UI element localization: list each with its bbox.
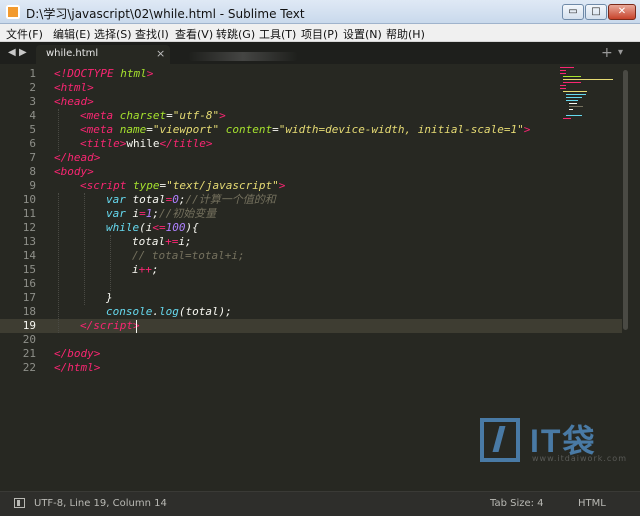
code-line: <script type="text/javascript"> — [80, 179, 286, 192]
tab-bar: ◀ ▶ while.html × + ▾ — [0, 42, 640, 64]
line-number: 6 — [29, 137, 36, 150]
tab-nav-left-icon[interactable]: ◀ — [8, 47, 16, 58]
sublime-app-icon — [6, 5, 20, 19]
line-number-gutter: 1 2 3 4 5 6 7 8 9 10 11 12 13 14 15 16 1… — [0, 64, 44, 491]
indent-guide — [84, 193, 85, 305]
menu-help[interactable]: 帮助(H) — [386, 26, 425, 42]
code-line: <title>while</title> — [80, 137, 213, 150]
line-number: 12 — [22, 221, 36, 234]
line-number: 16 — [22, 277, 36, 290]
code-line: console.log(total); — [106, 305, 232, 318]
code-line-current: </script> — [80, 319, 140, 332]
line-number: 8 — [29, 165, 36, 178]
line-number: 14 — [22, 249, 36, 262]
menu-selection[interactable]: 选择(S) — [94, 26, 132, 42]
editor-right-margin — [629, 64, 640, 491]
code-line: <body> — [54, 165, 94, 178]
status-tab-size[interactable]: Tab Size: 4 — [490, 498, 544, 509]
menu-tools[interactable]: 工具(T) — [259, 26, 296, 42]
line-number: 1 — [29, 67, 36, 80]
line-number: 15 — [22, 263, 36, 276]
line-number-current: 19 — [22, 319, 36, 332]
line-number: 21 — [22, 347, 36, 360]
line-number: 4 — [29, 109, 36, 122]
status-bar: UTF-8, Line 19, Column 14 Tab Size: 4 HT… — [0, 491, 640, 516]
tab-nav-right-icon[interactable]: ▶ — [19, 47, 27, 58]
code-line: <!DOCTYPE html> — [54, 67, 154, 80]
code-line: // total=total+i; — [132, 249, 245, 262]
tab-dropdown-icon[interactable]: ▾ — [618, 47, 623, 58]
indent-guide — [58, 109, 59, 151]
line-number: 22 — [22, 361, 36, 374]
line-number: 7 — [29, 151, 36, 164]
code-line: while(i<=100){ — [106, 221, 199, 234]
tab-label: while.html — [46, 48, 99, 59]
code-line: <meta name="viewport" content="width=dev… — [80, 123, 531, 136]
close-button[interactable]: ✕ — [608, 4, 636, 20]
line-number: 20 — [22, 333, 36, 346]
menu-file[interactable]: 文件(F) — [6, 26, 43, 42]
code-line: total+=i; — [132, 235, 192, 248]
code-line: } — [106, 291, 113, 304]
title-bar: D:\学习\javascript\02\while.html - Sublime… — [0, 0, 640, 24]
tab-while-html[interactable]: while.html × — [36, 45, 170, 64]
line-number: 13 — [22, 235, 36, 248]
watermark-subtext: www.itdaiwork.com — [532, 454, 627, 463]
status-syntax[interactable]: HTML — [578, 498, 606, 509]
code-line: </html> — [54, 361, 101, 374]
line-number: 11 — [22, 207, 36, 220]
code-line: var total=0;//计算一个值的和 — [106, 193, 276, 206]
menu-find[interactable]: 查找(I) — [135, 26, 169, 42]
line-number: 5 — [29, 123, 36, 136]
line-number: 3 — [29, 95, 36, 108]
blurred-tab-area — [188, 52, 298, 61]
status-position: UTF-8, Line 19, Column 14 — [34, 498, 167, 509]
minimap[interactable] — [560, 64, 616, 124]
line-number: 17 — [22, 291, 36, 304]
line-number: 9 — [29, 179, 36, 192]
code-line: var i=1;//初始变量 — [106, 207, 217, 220]
panel-toggle-icon[interactable] — [14, 498, 25, 508]
menu-preferences[interactable]: 设置(N) — [343, 26, 382, 42]
code-line: <meta charset="utf-8"> — [80, 109, 226, 122]
code-line: </head> — [54, 151, 101, 164]
menu-edit[interactable]: 编辑(E) — [53, 26, 91, 42]
maximize-button[interactable]: □ — [585, 4, 607, 20]
scrollbar-thumb[interactable] — [623, 70, 628, 330]
new-tab-plus-icon[interactable]: + — [601, 45, 613, 61]
menu-bar: 文件(F) 编辑(E) 选择(S) 查找(I) 查看(V) 转跳(G) 工具(T… — [0, 24, 640, 42]
watermark: IT袋 www.itdaiwork.com — [480, 418, 630, 468]
watermark-logo-icon — [480, 418, 520, 462]
window-title: D:\学习\javascript\02\while.html - Sublime… — [26, 7, 305, 21]
indent-guide — [58, 193, 59, 333]
line-number: 18 — [22, 305, 36, 318]
code-line: <html> — [54, 81, 94, 94]
code-line: i++; — [132, 263, 159, 276]
menu-goto[interactable]: 转跳(G) — [216, 26, 255, 42]
tab-close-icon[interactable]: × — [156, 47, 165, 60]
line-number: 10 — [22, 193, 36, 206]
text-cursor — [136, 320, 137, 333]
indent-guide — [110, 235, 111, 291]
minimize-button[interactable]: ▭ — [562, 4, 584, 20]
menu-view[interactable]: 查看(V) — [175, 26, 213, 42]
menu-project[interactable]: 项目(P) — [301, 26, 338, 42]
code-line: <head> — [54, 95, 94, 108]
line-number: 2 — [29, 81, 36, 94]
code-line: </body> — [54, 347, 101, 360]
